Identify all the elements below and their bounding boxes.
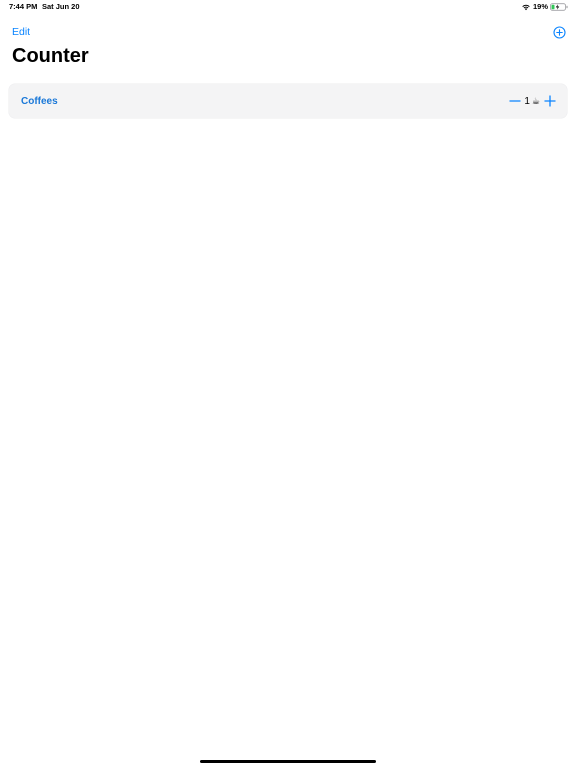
page-title: Counter xyxy=(12,45,89,67)
decrement-button[interactable] xyxy=(509,95,522,107)
edit-button[interactable]: Edit xyxy=(12,26,30,39)
count-value: 1 xyxy=(524,95,530,107)
status-bar: 7:44 PM Sat Jun 20 19% xyxy=(0,0,576,14)
plus-icon xyxy=(544,95,556,107)
status-indicators: 19% xyxy=(521,2,568,12)
add-counter-button[interactable] xyxy=(553,26,566,39)
status-time: 7:44 PM xyxy=(9,2,38,11)
counter-row[interactable]: Coffees 1 ☕ xyxy=(9,84,567,118)
minus-icon xyxy=(509,100,522,102)
increment-button[interactable] xyxy=(544,95,556,107)
battery-percent: 19% xyxy=(532,2,548,11)
wifi-icon xyxy=(522,4,530,11)
counter-label: Coffees xyxy=(21,96,58,107)
coffee-icon: ☕ xyxy=(531,95,540,106)
counter-stepper: 1 ☕ xyxy=(509,93,556,109)
status-date: Sat Jun 20 xyxy=(42,2,80,11)
home-indicator[interactable] xyxy=(200,760,376,763)
battery-charging-icon xyxy=(550,3,568,11)
plus-circle-icon xyxy=(553,26,566,39)
